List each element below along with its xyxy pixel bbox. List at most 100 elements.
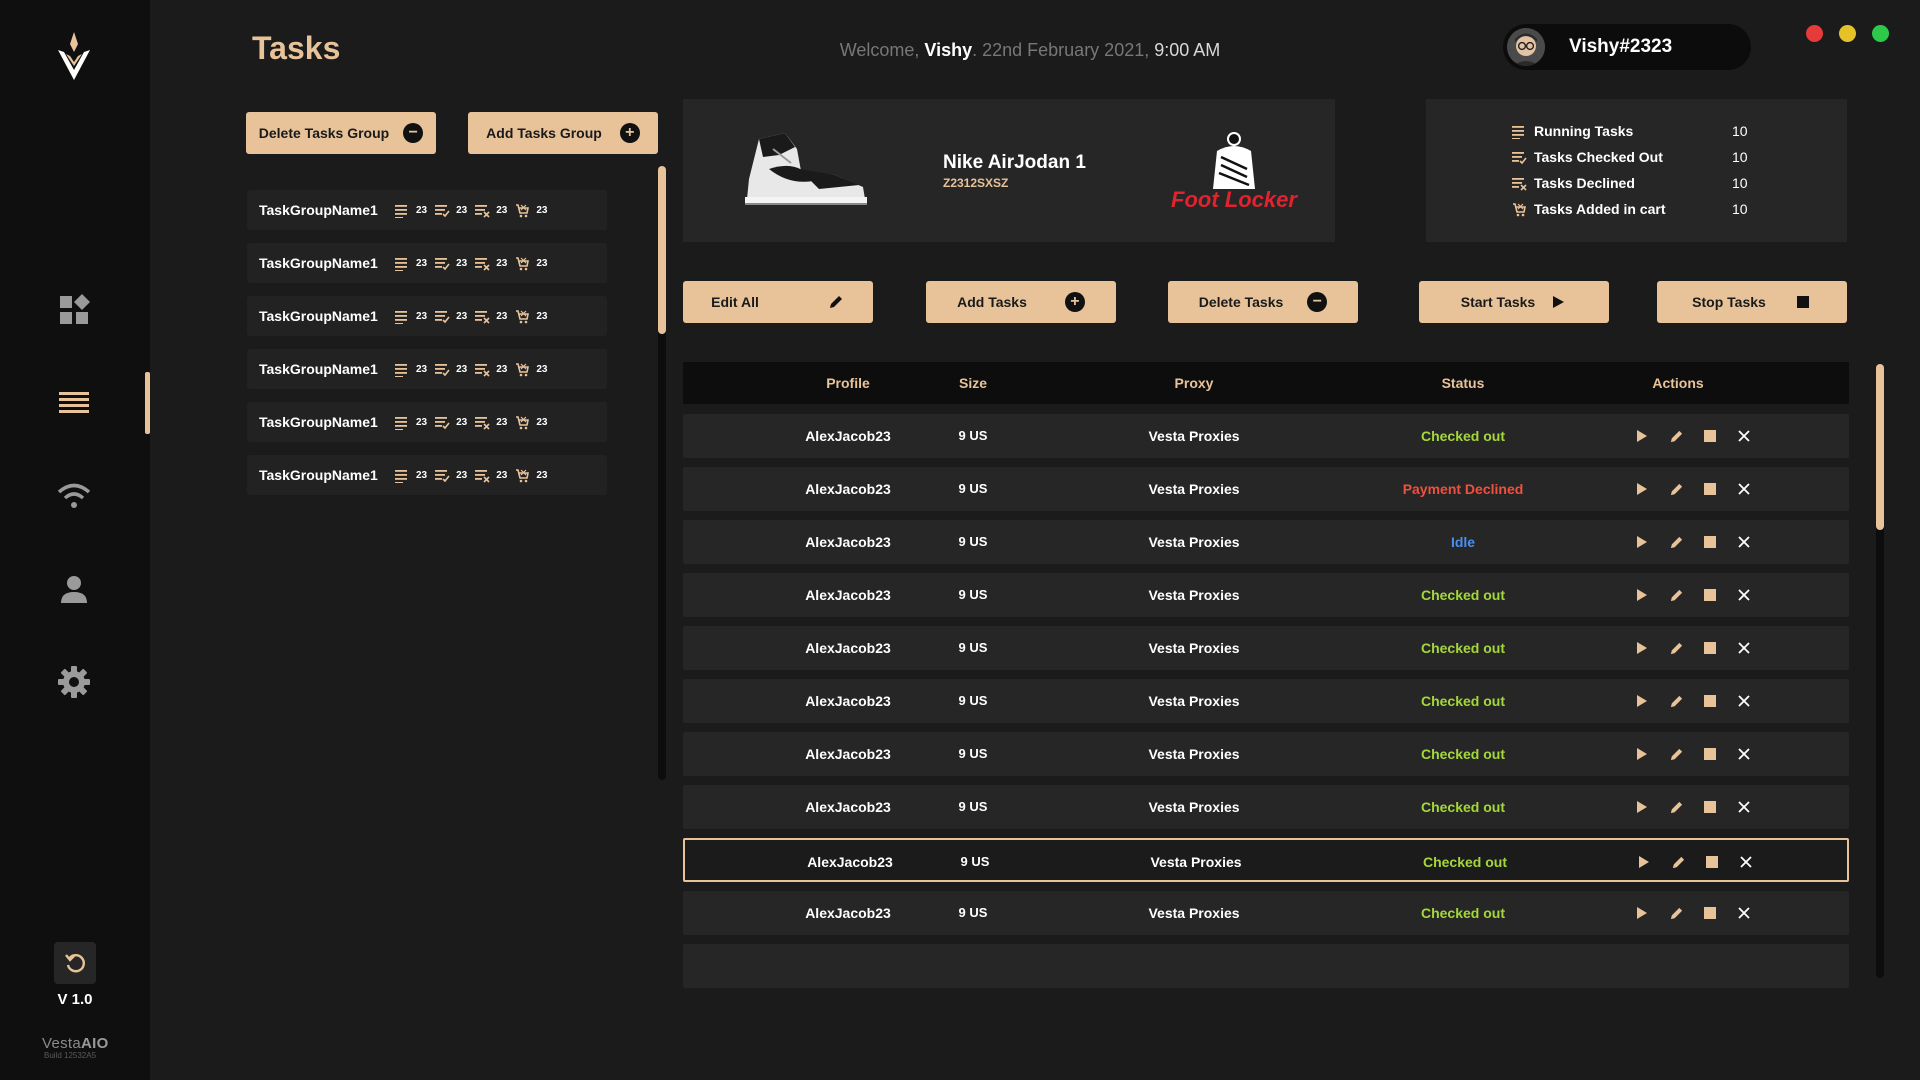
avatar <box>1507 28 1545 66</box>
stop-icon[interactable] <box>1701 480 1719 498</box>
column-header-proxy[interactable]: Proxy <box>1083 375 1305 391</box>
dashboard-icon[interactable] <box>56 292 92 328</box>
edit-all-button[interactable]: Edit All <box>683 281 873 323</box>
pencil-icon[interactable] <box>1667 427 1685 445</box>
stop-icon[interactable] <box>1701 533 1719 551</box>
user-profile-pill[interactable]: Vishy#2323 <box>1503 24 1751 70</box>
task-group-stat-value: 23 <box>496 310 508 322</box>
delete-tasks-group-button[interactable]: Delete Tasks Group − <box>246 112 436 154</box>
table-scrollbar-thumb[interactable] <box>1876 364 1884 530</box>
close-icon[interactable] <box>1735 427 1753 445</box>
stop-icon[interactable] <box>1701 692 1719 710</box>
stop-tasks-button[interactable]: Stop Tasks <box>1657 281 1847 323</box>
pencil-icon[interactable] <box>1667 586 1685 604</box>
status-cell: Checked out <box>1420 640 1505 656</box>
status-cell: Checked out <box>1420 693 1505 709</box>
task-group-stat-running: 23 <box>395 309 427 325</box>
task-group-item[interactable]: TaskGroupName1 23 23 23 23 <box>247 349 607 389</box>
column-header-profile[interactable]: Profile <box>763 375 933 391</box>
pencil-icon[interactable] <box>1667 533 1685 551</box>
column-header-size[interactable]: Size <box>933 375 1013 391</box>
play-icon[interactable] <box>1633 480 1651 498</box>
table-row[interactable]: AlexJacob23 9 US Vesta Proxies Checked out <box>683 838 1849 882</box>
stop-icon[interactable] <box>1701 586 1719 604</box>
proxies-icon[interactable] <box>56 478 92 514</box>
close-icon[interactable] <box>1735 798 1753 816</box>
play-icon[interactable] <box>1633 533 1651 551</box>
cart-icon <box>515 415 530 430</box>
start-tasks-button[interactable]: Start Tasks <box>1419 281 1609 323</box>
play-icon[interactable] <box>1633 586 1651 604</box>
pencil-icon[interactable] <box>1667 904 1685 922</box>
play-icon[interactable] <box>1633 692 1651 710</box>
add-tasks-button[interactable]: Add Tasks + <box>926 281 1116 323</box>
task-group-item[interactable]: TaskGroupName1 23 23 23 23 <box>247 455 607 495</box>
tasks-icon[interactable] <box>56 385 92 421</box>
close-icon[interactable] <box>1735 639 1753 657</box>
pencil-icon[interactable] <box>1667 639 1685 657</box>
play-icon[interactable] <box>1633 904 1651 922</box>
pencil-icon[interactable] <box>1669 853 1687 871</box>
table-row[interactable]: AlexJacob23 9 US Vesta Proxies Payment Decl… <box>683 467 1849 511</box>
table-row[interactable]: AlexJacob23 9 US Vesta Proxies Checked out <box>683 732 1849 776</box>
window-minimize-button[interactable] <box>1839 25 1856 42</box>
task-group-name: TaskGroupName1 <box>259 202 378 218</box>
row-actions <box>1633 692 1753 710</box>
pencil-icon[interactable] <box>1667 692 1685 710</box>
app-logo[interactable] <box>52 30 96 84</box>
stop-icon[interactable] <box>1703 853 1721 871</box>
pencil-icon[interactable] <box>1667 480 1685 498</box>
play-icon[interactable] <box>1633 639 1651 657</box>
window-maximize-button[interactable] <box>1872 25 1889 42</box>
pencil-icon[interactable] <box>1667 745 1685 763</box>
table-row[interactable]: AlexJacob23 9 US Vesta Proxies Idle <box>683 520 1849 564</box>
proxy-cell: Vesta Proxies <box>1150 854 1242 870</box>
column-header-status[interactable]: Status <box>1343 375 1583 391</box>
table-row[interactable]: AlexJacob23 9 US Vesta Proxies Checked out <box>683 679 1849 723</box>
profiles-icon[interactable] <box>56 571 92 607</box>
task-group-item[interactable]: TaskGroupName1 23 23 23 23 <box>247 296 607 336</box>
play-icon[interactable] <box>1633 745 1651 763</box>
close-icon[interactable] <box>1735 480 1753 498</box>
close-icon[interactable] <box>1735 586 1753 604</box>
table-row[interactable]: AlexJacob23 9 US Vesta Proxies Checked out <box>683 573 1849 617</box>
task-group-stat-cart: 23 <box>515 468 548 483</box>
settings-icon[interactable] <box>56 664 92 700</box>
task-group-stat-value: 23 <box>456 363 468 375</box>
table-row[interactable]: AlexJacob23 9 US Vesta Proxies Checked out <box>683 414 1849 458</box>
size-cell: 9 US <box>958 640 988 655</box>
plus-circle-icon: + <box>1064 292 1085 312</box>
close-icon[interactable] <box>1735 692 1753 710</box>
pencil-icon[interactable] <box>1667 798 1685 816</box>
close-icon[interactable] <box>1735 904 1753 922</box>
proxy-cell: Vesta Proxies <box>1148 799 1240 815</box>
task-group-stat-value: 23 <box>536 204 548 216</box>
play-icon[interactable] <box>1635 853 1653 871</box>
profile-cell: AlexJacob23 <box>805 746 891 762</box>
add-tasks-group-button[interactable]: Add Tasks Group + <box>468 112 658 154</box>
table-row[interactable]: AlexJacob23 9 US Vesta Proxies Checked out <box>683 891 1849 935</box>
stop-icon[interactable] <box>1701 798 1719 816</box>
close-icon[interactable] <box>1737 853 1755 871</box>
task-group-name: TaskGroupName1 <box>259 255 378 271</box>
task-group-item[interactable]: TaskGroupName1 23 23 23 23 <box>247 402 607 442</box>
play-icon[interactable] <box>1633 427 1651 445</box>
refresh-button[interactable] <box>54 942 96 984</box>
stop-icon[interactable] <box>1701 427 1719 445</box>
sidebar: V 1.0 VestaAIO Build 12532A5 <box>0 0 150 1080</box>
close-icon[interactable] <box>1735 533 1753 551</box>
status-cell: Payment Declined <box>1402 481 1524 497</box>
table-row[interactable]: AlexJacob23 9 US Vesta Proxies Checked out <box>683 785 1849 829</box>
task-group-item[interactable]: TaskGroupName1 23 23 23 23 <box>247 190 607 230</box>
task-group-item[interactable]: TaskGroupName1 23 23 23 23 <box>247 243 607 283</box>
delete-tasks-button[interactable]: Delete Tasks − <box>1168 281 1358 323</box>
stop-icon[interactable] <box>1701 904 1719 922</box>
stop-icon[interactable] <box>1701 639 1719 657</box>
close-icon[interactable] <box>1735 745 1753 763</box>
play-icon[interactable] <box>1633 798 1651 816</box>
window-close-button[interactable] <box>1806 25 1823 42</box>
declined-icon <box>475 362 490 377</box>
table-row[interactable]: AlexJacob23 9 US Vesta Proxies Checked out <box>683 626 1849 670</box>
stop-icon[interactable] <box>1701 745 1719 763</box>
group-list-scrollbar-thumb[interactable] <box>658 166 666 334</box>
